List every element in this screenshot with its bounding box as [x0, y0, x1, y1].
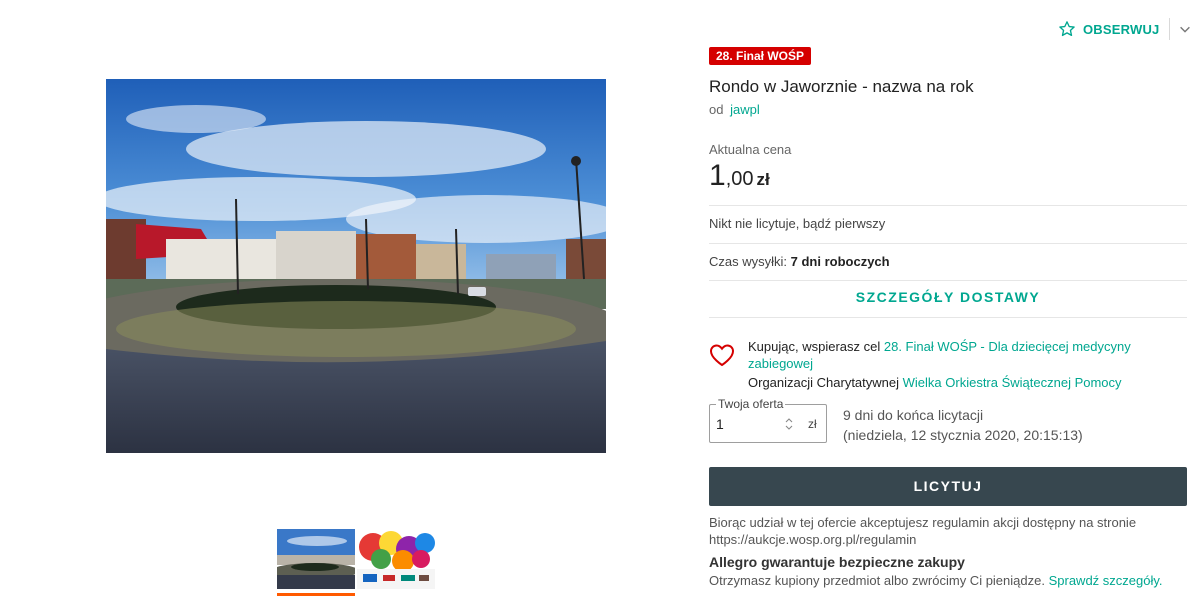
bid-amount-input[interactable] — [716, 416, 786, 432]
bid-amount-label: Twoja oferta — [716, 397, 786, 411]
charity-org-text: Organizacji Charytatywnej Wielka Orkiest… — [748, 374, 1188, 391]
price-integer: 1 — [709, 159, 726, 192]
guarantee-title: Allegro gwarantuje bezpieczne zakupy — [709, 554, 965, 570]
charity-org-prefix: Organizacji Charytatywnej — [748, 375, 900, 390]
charity-prefix: Kupując, wspierasz cel — [748, 339, 881, 354]
chevron-down-icon[interactable] — [1178, 22, 1192, 36]
countdown-end-date: (niedziela, 12 stycznia 2020, 20:15:13) — [843, 427, 1083, 443]
shipping-label: Czas wysyłki: — [709, 254, 788, 269]
star-outline-icon — [1059, 21, 1075, 37]
charity-goal-text: Kupując, wspierasz cel 28. Finał WOŚP - … — [748, 338, 1188, 372]
guarantee-description: Otrzymasz kupiony przedmiot albo zwrócim… — [709, 573, 1045, 588]
watch-label: OBSERWUJ — [1083, 21, 1160, 37]
divider — [1169, 18, 1171, 40]
charity-org-link[interactable]: Wielka Orkiestra Świątecznej Pomocy — [903, 375, 1122, 390]
thumbnail-strip — [277, 529, 435, 596]
countdown-days: 9 dni do końca licytacji — [843, 407, 984, 423]
terms-text: Biorąc udział w tej ofercie akceptujesz … — [709, 515, 1137, 547]
heart-outline-icon — [709, 344, 735, 367]
auction-countdown: 9 dni do końca licytacji (niedziela, 12 … — [843, 405, 1083, 445]
bid-button[interactable]: LICYTUJ — [709, 467, 1187, 506]
up-down-arrows-icon[interactable] — [785, 417, 793, 431]
current-price: 1,00 zł — [709, 159, 770, 193]
seller-prefix: od — [709, 102, 724, 117]
seller-link[interactable]: jawpl — [730, 102, 760, 117]
no-bids-text: Nikt nie licytuje, bądź pierwszy — [709, 216, 886, 231]
main-product-photo[interactable] — [106, 79, 606, 453]
price-label: Aktualna cena — [709, 142, 792, 157]
offer-title: Rondo w Jaworznie - nazwa na rok — [709, 77, 974, 96]
shipping-value: 7 dni roboczych — [790, 254, 890, 269]
divider — [709, 280, 1187, 281]
thumbnail-photo-2[interactable] — [357, 529, 435, 589]
guarantee-details-link[interactable]: Sprawdź szczegóły. — [1049, 573, 1163, 588]
thumbnail-photo-1[interactable] — [277, 529, 355, 596]
roundabout-photo — [106, 79, 606, 453]
shipping-time: Czas wysyłki: 7 dni roboczych — [709, 254, 890, 269]
price-decimal: ,00 — [725, 168, 754, 190]
campaign-badge: 28. Finał WOŚP — [709, 47, 812, 65]
bid-currency: zł — [808, 417, 817, 431]
price-currency: zł — [756, 170, 770, 189]
guarantee-text: Otrzymasz kupiony przedmiot albo zwrócim… — [709, 573, 1163, 588]
wosp-poster-thumbnail — [357, 529, 435, 589]
roundabout-thumbnail — [277, 529, 355, 589]
bid-amount-field: Twoja oferta zł — [709, 397, 827, 443]
divider — [709, 205, 1187, 206]
divider — [709, 243, 1187, 244]
seller-line: od jawpl — [709, 102, 760, 117]
watch-button[interactable]: OBSERWUJ — [1058, 18, 1192, 40]
delivery-details-button[interactable]: SZCZEGÓŁY DOSTAWY — [709, 289, 1187, 305]
divider — [709, 317, 1187, 318]
